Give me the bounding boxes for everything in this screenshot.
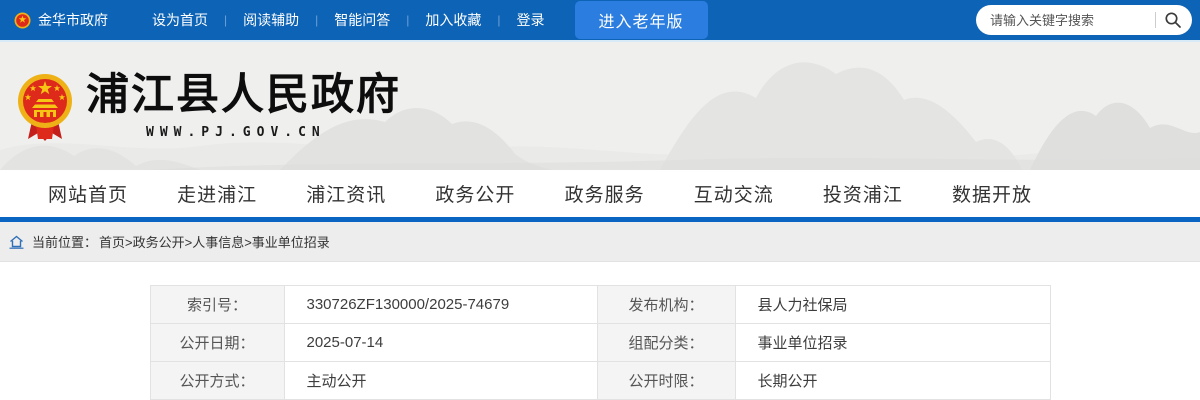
masthead: 浦江县人民政府 WWW.PJ.GOV.CN [0, 40, 1200, 170]
field-value-category: 事业单位招录 [735, 324, 1050, 362]
site-brand[interactable]: 浦江县人民政府 WWW.PJ.GOV.CN [16, 73, 401, 147]
breadcrumb-label: 当前位置： [32, 232, 97, 251]
divider: | [224, 13, 227, 27]
search-box [976, 5, 1192, 35]
site-title: 浦江县人民政府 [86, 73, 401, 118]
field-value-open-term: 长期公开 [735, 362, 1050, 400]
city-gov-label: 金华市政府 [38, 10, 108, 30]
national-emblem-icon [16, 73, 74, 147]
nav-item-news[interactable]: 浦江资讯 [306, 180, 386, 207]
city-gov-link[interactable]: 金华市政府 [14, 10, 108, 30]
field-label-category: 组配分类： [597, 324, 735, 362]
divider [1155, 12, 1156, 28]
field-label-publish-date: 公开日期： [150, 324, 284, 362]
nav-item-about-pujiang[interactable]: 走进浦江 [177, 180, 257, 207]
field-value-issuing-agency: 县人力社保局 [735, 286, 1050, 324]
field-label-index-no: 索引号： [150, 286, 284, 324]
brand-text: 浦江县人民政府 WWW.PJ.GOV.CN [86, 73, 401, 147]
field-value-index-no: 330726ZF130000/2025-74679 [284, 286, 597, 324]
nav-item-gov-services[interactable]: 政务服务 [565, 180, 645, 207]
breadcrumb-path[interactable]: 首页>政务公开>人事信息>事业单位招录 [99, 232, 330, 251]
divider: | [315, 13, 318, 27]
table-row: 索引号： 330726ZF130000/2025-74679 发布机构： 县人力… [150, 286, 1050, 324]
topbar-links: 设为首页 | 阅读辅助 | 智能问答 | 加入收藏 | 登录 [152, 10, 545, 30]
page-content: 索引号： 330726ZF130000/2025-74679 发布机构： 县人力… [0, 285, 1200, 400]
divider: | [497, 13, 500, 27]
breadcrumb: 当前位置： 首页>政务公开>人事信息>事业单位招录 [0, 222, 1200, 262]
main-navigation: 网站首页 走进浦江 浦江资讯 政务公开 政务服务 互动交流 投资浦江 数据开放 [0, 170, 1200, 222]
top-utility-bar: 金华市政府 设为首页 | 阅读辅助 | 智能问答 | 加入收藏 | 登录 进入老… [0, 0, 1200, 40]
field-value-open-method: 主动公开 [284, 362, 597, 400]
nav-item-gov-info[interactable]: 政务公开 [435, 180, 515, 207]
field-label-issuing-agency: 发布机构： [597, 286, 735, 324]
search-input[interactable] [990, 13, 1151, 28]
field-label-open-term: 公开时限： [597, 362, 735, 400]
field-value-publish-date: 2025-07-14 [284, 324, 597, 362]
nav-item-open-data[interactable]: 数据开放 [952, 180, 1032, 207]
search-button[interactable] [1164, 11, 1182, 29]
table-row: 公开日期： 2025-07-14 组配分类： 事业单位招录 [150, 324, 1050, 362]
table-row: 公开方式： 主动公开 公开时限： 长期公开 [150, 362, 1050, 400]
home-icon [8, 234, 25, 250]
divider: | [406, 13, 409, 27]
nav-item-home[interactable]: 网站首页 [48, 180, 128, 207]
nav-item-interaction[interactable]: 互动交流 [694, 180, 774, 207]
link-login[interactable]: 登录 [517, 10, 545, 30]
document-meta-table: 索引号： 330726ZF130000/2025-74679 发布机构： 县人力… [150, 285, 1051, 400]
link-set-homepage[interactable]: 设为首页 [152, 10, 208, 30]
elder-version-button[interactable]: 进入老年版 [575, 1, 708, 39]
search-icon [1164, 11, 1182, 29]
field-label-open-method: 公开方式： [150, 362, 284, 400]
link-smart-qa[interactable]: 智能问答 [334, 10, 390, 30]
site-url: WWW.PJ.GOV.CN [146, 125, 401, 140]
link-add-favorites[interactable]: 加入收藏 [425, 10, 481, 30]
nav-item-invest[interactable]: 投资浦江 [823, 180, 903, 207]
mini-emblem-icon [14, 12, 31, 29]
link-reading-aid[interactable]: 阅读辅助 [243, 10, 299, 30]
